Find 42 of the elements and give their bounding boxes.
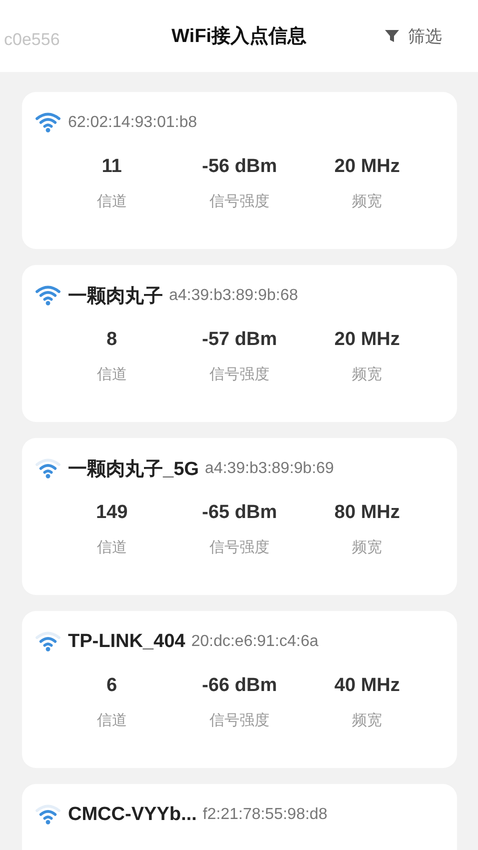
network-name: 一颗肉丸子_5G (68, 458, 199, 482)
network-name: TP-LINK_404 (68, 631, 186, 653)
access-point-card[interactable]: TP-LINK_404 20:dc:e6:91:c4:6a 6 信道 -66 dBm 信号强度 40 MHz 频宽 (22, 611, 457, 768)
stat-label: 信号强度 (209, 365, 270, 384)
mac-address: 62:02:14:93:01:b8 (68, 114, 198, 132)
mac-address: f2:21:78:55:98:d8 (202, 806, 328, 824)
stat-value: -66 dBm (202, 675, 277, 697)
access-point-card[interactable]: CMCC-VYYb... f2:21:78:55:98:d8 (22, 784, 457, 850)
access-point-card[interactable]: 一颗肉丸子 a4:39:b3:89:9b:68 8 信道 -57 dBm 信号强度 20 MHz 频宽 (22, 265, 457, 422)
stat-value: 8 (106, 329, 118, 351)
stat-label: 信号强度 (209, 711, 270, 730)
network-name: CMCC-VYYb... (68, 804, 197, 826)
stat-value: 40 MHz (334, 675, 400, 697)
mac-address: a4:39:b3:89:9b:69 (204, 460, 334, 478)
stat-label: 频宽 (352, 192, 382, 211)
stat-label: 频宽 (352, 538, 382, 557)
device-id: c0e556 (4, 30, 60, 50)
stat-value: 149 (96, 502, 128, 524)
stat-value: 6 (106, 675, 118, 697)
stat-label: 信道 (96, 538, 127, 557)
stat-label: 信道 (96, 192, 127, 211)
stat-label: 频宽 (352, 711, 382, 730)
stat-label: 信号强度 (209, 192, 270, 211)
stat-value: -65 dBm (202, 502, 277, 524)
network-name: 一颗肉丸子 (68, 285, 163, 309)
stat-value: 20 MHz (334, 329, 400, 351)
mac-address: a4:39:b3:89:9b:68 (169, 287, 298, 305)
stat-value: 11 (102, 156, 122, 178)
stat-value: 80 MHz (334, 502, 400, 524)
stat-value: 20 MHz (334, 156, 400, 178)
filter-button[interactable]: 筛选 (384, 24, 442, 48)
access-point-card[interactable]: 一颗肉丸子_5G a4:39:b3:89:9b:69 149 信道 -65 dBm 信号强度 80 MHz 频宽 (22, 438, 457, 595)
page-title: WiFi接入点信息 (170, 24, 308, 49)
stat-label: 频宽 (352, 365, 382, 384)
stat-value: -57 dBm (202, 329, 277, 351)
filter-icon (384, 28, 400, 44)
mac-address: 20:dc:e6:91:c4:6a (191, 633, 318, 651)
stat-label: 信道 (96, 365, 127, 384)
stat-label: 信号强度 (209, 538, 270, 557)
stat-label: 信道 (96, 711, 127, 730)
stat-value: -56 dBm (202, 156, 277, 178)
access-point-card[interactable]: 62:02:14:93:01:b8 11 信道 -56 dBm 信号强度 20 MHz 频宽 (22, 92, 457, 249)
